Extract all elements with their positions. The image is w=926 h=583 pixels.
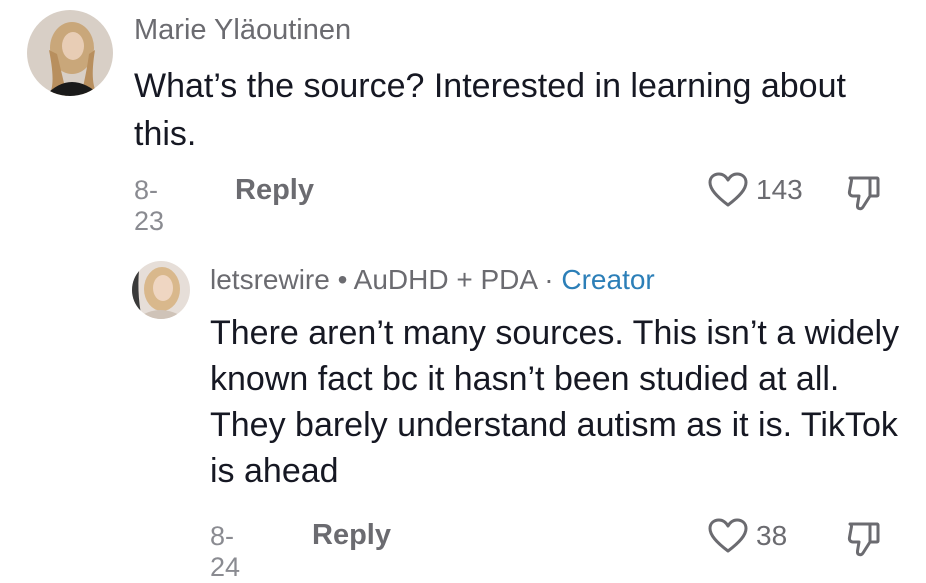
- comment-username[interactable]: Marie Yläoutinen: [134, 14, 351, 47]
- thumbs-down-icon: [847, 522, 880, 557]
- avatar[interactable]: [132, 261, 190, 319]
- creator-badge: Creator: [561, 264, 655, 295]
- heart-outline-icon: [708, 172, 748, 207]
- heart-outline-icon: [708, 518, 748, 553]
- avatar-image: [27, 10, 113, 96]
- avatar-image: [132, 261, 190, 319]
- avatar[interactable]: [27, 10, 113, 96]
- comment-username[interactable]: letsrewire: [210, 264, 330, 295]
- like-button[interactable]: 38: [708, 518, 787, 554]
- reply-button[interactable]: Reply: [235, 174, 314, 207]
- comment-date: 8-24: [210, 521, 241, 582]
- dislike-button[interactable]: [846, 174, 882, 217]
- comment-text: What’s the source? Interested in learnin…: [134, 67, 846, 153]
- reply-button[interactable]: Reply: [312, 519, 391, 552]
- dislike-button[interactable]: [846, 520, 882, 563]
- separator-dot: ·: [544, 264, 554, 295]
- comment-date: 8-23: [134, 175, 165, 236]
- separator-bullet: •: [337, 264, 348, 295]
- thumbs-down-icon: [847, 176, 880, 211]
- like-button[interactable]: 143: [708, 172, 803, 208]
- comment-username-line: letsrewire • AuDHD + PDA · Creator: [210, 264, 655, 296]
- like-count: 143: [756, 174, 803, 205]
- comment-text: There aren’t many sources. This isn’t a …: [210, 314, 900, 490]
- like-count: 38: [756, 520, 788, 551]
- user-tag: AuDHD + PDA: [353, 264, 537, 295]
